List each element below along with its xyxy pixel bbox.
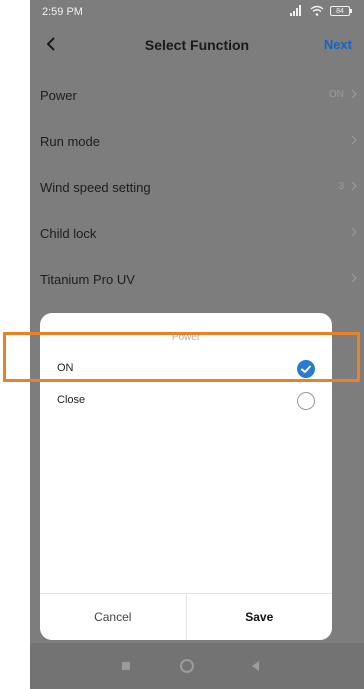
recents-button[interactable] [122, 662, 130, 670]
chevron-right-icon [351, 135, 357, 145]
function-row-power[interactable]: Power ON [30, 72, 364, 118]
function-value: 3 [338, 181, 344, 192]
status-icons: 84 [290, 5, 352, 16]
chevron-right-icon [351, 227, 357, 237]
wifi-icon [310, 5, 324, 16]
option-label: Close [57, 394, 86, 406]
function-row-child-lock[interactable]: Child lock [30, 210, 364, 256]
function-row-wind-speed[interactable]: Wind speed setting 3 [30, 164, 364, 210]
cancel-button[interactable]: Cancel [40, 594, 186, 640]
battery-icon: 84 [330, 5, 352, 16]
function-row-run-mode[interactable]: Run mode [30, 118, 364, 164]
chevron-right-icon [351, 181, 357, 191]
next-button[interactable]: Next [324, 37, 352, 52]
function-label: Titanium Pro UV [40, 272, 135, 287]
radio-unchecked[interactable] [297, 392, 315, 410]
system-nav-bar [30, 643, 364, 689]
function-label: Child lock [40, 226, 97, 241]
back-button[interactable] [252, 661, 259, 671]
chevron-right-icon [351, 89, 357, 99]
function-label: Power [40, 88, 77, 103]
signal-icon [290, 5, 304, 16]
function-label: Wind speed setting [40, 180, 151, 195]
back-arrow-icon[interactable] [38, 30, 66, 58]
dialog-footer: Cancel Save [40, 593, 332, 640]
function-label: Run mode [40, 134, 100, 149]
save-button[interactable]: Save [185, 594, 333, 640]
status-bar: 2:59 PM 84 [30, 0, 364, 24]
top-bar: Select Function Next [30, 26, 364, 64]
page-title: Select Function [144, 37, 250, 53]
function-value: ON [329, 89, 344, 100]
highlight-box [3, 332, 360, 382]
chevron-right-icon [351, 273, 357, 283]
home-button[interactable] [180, 659, 194, 673]
battery-level: 84 [330, 5, 350, 16]
option-close[interactable]: Close [40, 381, 332, 421]
function-list: Power ON Run mode Wind speed setting 3 C… [30, 72, 364, 302]
function-row-titanium-pro-uv[interactable]: Titanium Pro UV [30, 256, 364, 302]
status-time: 2:59 PM [42, 6, 83, 18]
